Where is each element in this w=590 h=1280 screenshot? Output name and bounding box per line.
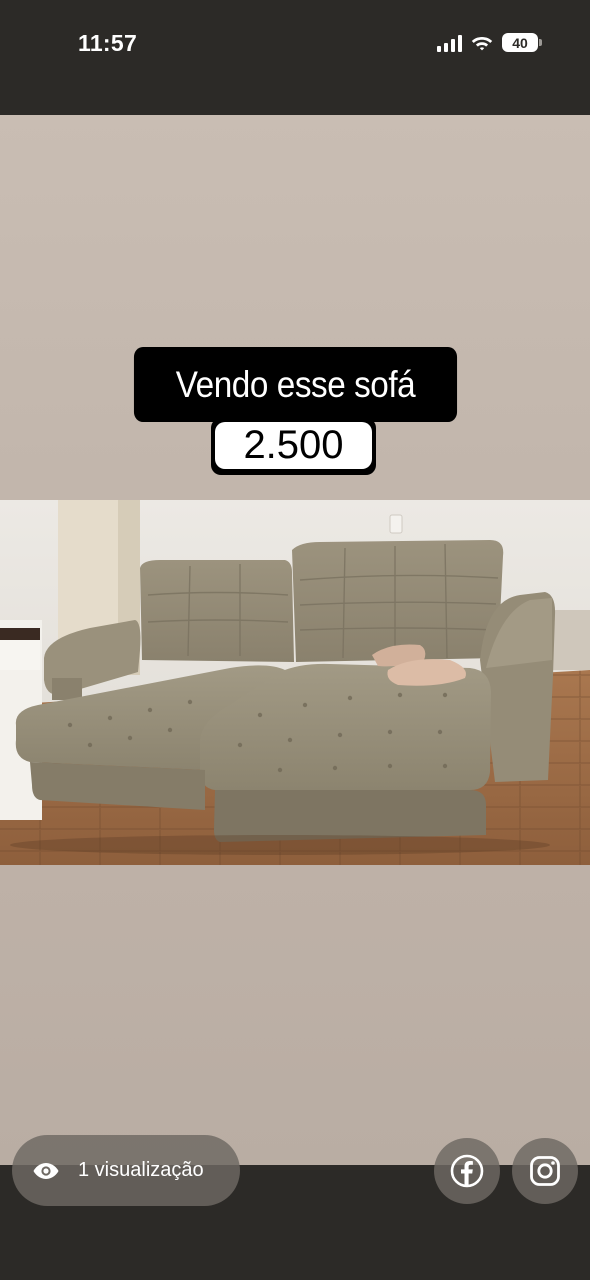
sofa-bed-photo — [0, 500, 590, 865]
eye-icon — [33, 1162, 59, 1179]
status-time: 11:57 — [78, 30, 138, 56]
status-icons: 40 — [437, 33, 542, 52]
share-instagram-button[interactable] — [512, 1138, 578, 1204]
price-chip: 2.500 — [211, 418, 376, 475]
cellular-signal-icon — [437, 34, 462, 52]
battery-icon: 40 — [502, 33, 542, 52]
facebook-icon — [450, 1154, 484, 1188]
share-facebook-button[interactable] — [434, 1138, 500, 1204]
views-button[interactable]: 1 visualização — [12, 1135, 240, 1206]
story-caption: Vendo esse sofá cama — [133, 347, 458, 480]
views-count-label: 1 visualização — [78, 1159, 204, 1181]
battery-tip — [539, 39, 542, 46]
instagram-icon — [530, 1156, 560, 1186]
battery-level: 40 — [502, 33, 538, 52]
wifi-icon — [471, 34, 493, 51]
status-bar: 11:57 40 — [0, 0, 590, 115]
story-canvas[interactable]: Vendo esse sofá cama 2.500 — [0, 115, 590, 1165]
price-text: 2.500 — [215, 422, 372, 469]
